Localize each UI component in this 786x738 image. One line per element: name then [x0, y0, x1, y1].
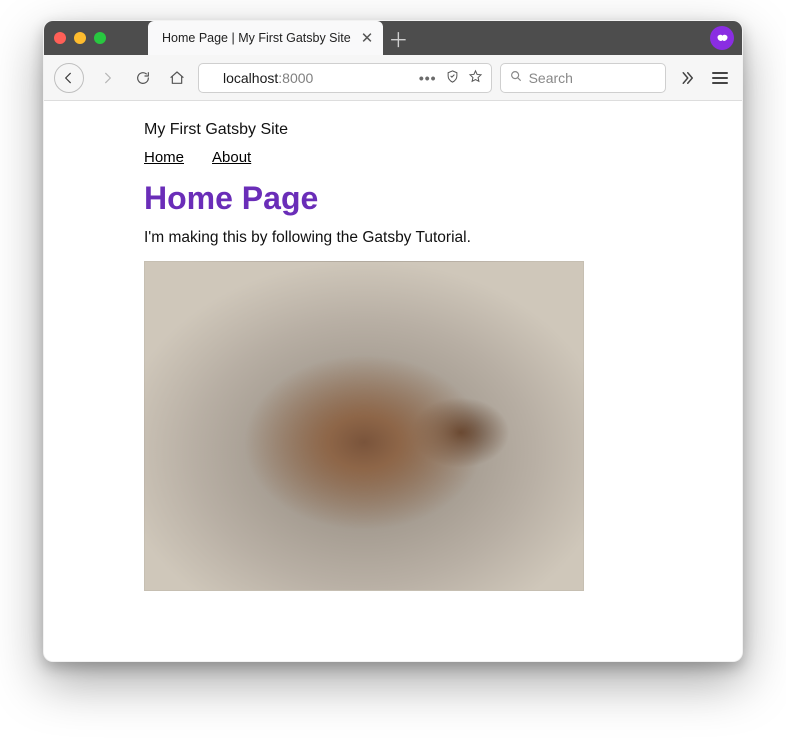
- titlebar: Home Page | My First Gatsby Site ✕ ＋: [44, 21, 742, 55]
- url-text: localhost:8000: [223, 70, 411, 86]
- nav-link-about[interactable]: About: [212, 149, 251, 166]
- browser-window: Home Page | My First Gatsby Site ✕ ＋: [43, 20, 743, 662]
- nav-link-home[interactable]: Home: [144, 149, 184, 166]
- window-controls: [54, 21, 136, 55]
- page-actions-icon[interactable]: •••: [419, 70, 437, 86]
- back-button[interactable]: [54, 63, 84, 93]
- reader-shield-icon[interactable]: [445, 69, 460, 87]
- site-title: My First Gatsby Site: [144, 121, 642, 139]
- toolbar: localhost:8000 ••• Search: [44, 55, 742, 101]
- minimize-window-button[interactable]: [74, 32, 86, 44]
- site-nav: Home About: [144, 149, 642, 166]
- browser-tab[interactable]: Home Page | My First Gatsby Site ✕: [148, 21, 383, 55]
- page-heading: Home Page: [144, 180, 642, 217]
- bookmark-star-icon[interactable]: [468, 69, 483, 87]
- menu-button[interactable]: [708, 68, 732, 88]
- maximize-window-button[interactable]: [94, 32, 106, 44]
- home-button[interactable]: [164, 65, 190, 91]
- page-paragraph: I'm making this by following the Gatsby …: [144, 229, 642, 247]
- reload-button[interactable]: [130, 65, 156, 91]
- close-window-button[interactable]: [54, 32, 66, 44]
- overflow-button[interactable]: [674, 65, 700, 91]
- private-browsing-icon[interactable]: [710, 26, 734, 50]
- search-icon: [509, 69, 523, 86]
- forward-button[interactable]: [92, 63, 122, 93]
- search-box[interactable]: Search: [500, 63, 666, 93]
- hero-image: [144, 261, 584, 591]
- url-bar[interactable]: localhost:8000 •••: [198, 63, 492, 93]
- close-tab-icon[interactable]: ✕: [361, 31, 374, 46]
- page-viewport: My First Gatsby Site Home About Home Pag…: [44, 101, 742, 661]
- tab-title: Home Page | My First Gatsby Site: [162, 31, 351, 45]
- search-placeholder: Search: [529, 70, 573, 86]
- new-tab-button[interactable]: ＋: [383, 21, 413, 55]
